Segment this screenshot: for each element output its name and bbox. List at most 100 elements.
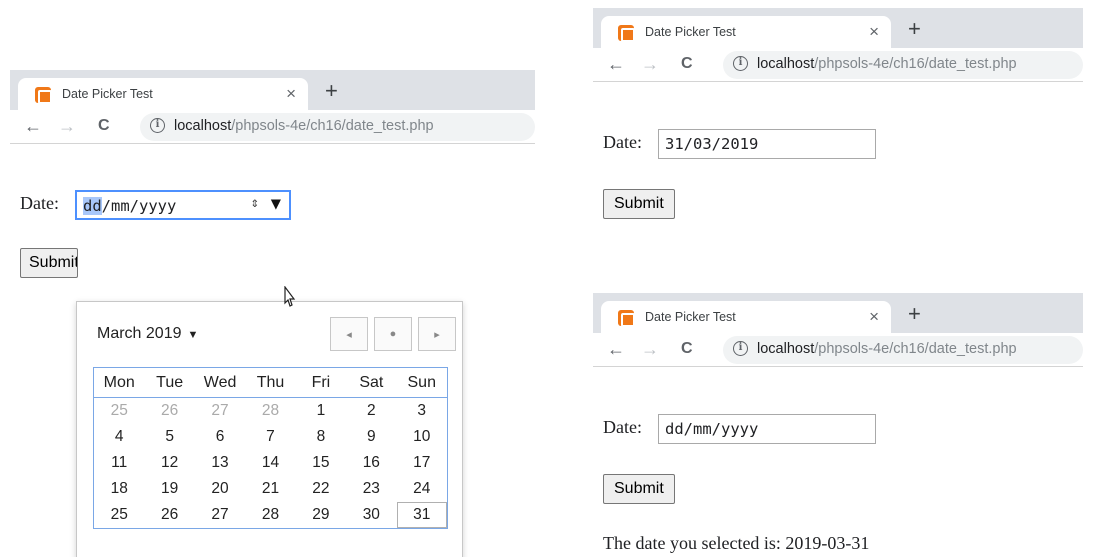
reload-icon[interactable]: C xyxy=(98,117,110,135)
calendar-day[interactable]: 5 xyxy=(144,424,194,450)
close-tab-icon[interactable]: × xyxy=(869,22,879,42)
site-info-icon[interactable]: i xyxy=(150,118,165,133)
calendar-day[interactable]: 25 xyxy=(94,398,144,424)
back-arrow-icon[interactable]: ← xyxy=(607,339,625,360)
submit-button[interactable]: Submit xyxy=(20,248,78,278)
today-button[interactable]: ● xyxy=(374,317,412,351)
page-content: Date: 31/03/2019 Submit xyxy=(593,83,1083,223)
spinner-icon[interactable]: ⇕ xyxy=(251,195,259,211)
calendar-day[interactable]: 12 xyxy=(144,450,194,476)
calendar-day[interactable]: 2 xyxy=(346,398,396,424)
calendar-day[interactable]: 27 xyxy=(195,398,245,424)
site-info-icon[interactable]: i xyxy=(733,341,748,356)
result-message: The date you selected is: 2019-03-31 xyxy=(603,533,870,553)
date-placeholder[interactable]: dd/mm/yyyy xyxy=(665,420,758,438)
calendar-day[interactable]: 23 xyxy=(346,476,396,502)
site-info-icon[interactable]: i xyxy=(733,56,748,71)
calendar-day-today[interactable]: 31 xyxy=(396,502,447,528)
caret-down-icon: ▼ xyxy=(187,329,199,341)
calendar-day[interactable]: 9 xyxy=(346,424,396,450)
new-tab-icon[interactable]: + xyxy=(325,78,338,104)
calendar-day[interactable]: 18 xyxy=(94,476,144,502)
new-tab-icon[interactable]: + xyxy=(908,16,921,42)
calendar-day[interactable]: 1 xyxy=(296,398,346,424)
address-bar[interactable]: i localhost/phpsols-4e/ch16/date_test.ph… xyxy=(140,113,535,141)
date-value[interactable]: 31/03/2019 xyxy=(665,135,758,153)
weekday-header-cell: Sun xyxy=(407,374,436,391)
calendar-day[interactable]: 28 xyxy=(245,502,295,528)
back-arrow-icon[interactable]: ← xyxy=(607,54,625,75)
navigation-bar: ← → C i localhost/phpsols-4e/ch16/date_t… xyxy=(593,333,1083,367)
page-content: Date: dd/mm/yyyy Submit The date you sel… xyxy=(593,368,1083,553)
calendar-day[interactable]: 17 xyxy=(397,450,447,476)
date-input[interactable]: 31/03/2019 xyxy=(658,129,876,159)
xampp-favicon-icon xyxy=(35,87,52,104)
calendar-day[interactable]: 19 xyxy=(144,476,194,502)
back-arrow-icon[interactable]: ← xyxy=(24,116,42,137)
calendar-grid: Mon Tue Wed Thu Fri Sat Sun 25 26 27 28 … xyxy=(93,367,448,529)
calendar-day[interactable]: 20 xyxy=(195,476,245,502)
tab-date-picker-test[interactable]: Date Picker Test × xyxy=(18,78,308,110)
month-year-segments[interactable]: /mm/yyyy xyxy=(102,197,177,215)
url-host: localhost xyxy=(757,341,815,357)
calendar-day[interactable]: 26 xyxy=(144,502,194,528)
tab-date-picker-test[interactable]: Date Picker Test × xyxy=(601,16,891,48)
url-path: /phpsols-4e/ch16/date_test.php xyxy=(814,341,1017,357)
calendar-day[interactable]: 14 xyxy=(245,450,295,476)
address-bar[interactable]: i localhost/phpsols-4e/ch16/date_test.ph… xyxy=(723,51,1083,79)
submit-button[interactable]: Submit xyxy=(603,189,675,219)
address-bar[interactable]: i localhost/phpsols-4e/ch16/date_test.ph… xyxy=(723,336,1083,364)
calendar-day[interactable]: 11 xyxy=(94,450,144,476)
calendar-day[interactable]: 16 xyxy=(346,450,396,476)
month-label: March 2019 xyxy=(97,325,182,342)
calendar-day[interactable]: 29 xyxy=(296,502,346,528)
day-segment[interactable]: dd xyxy=(83,197,102,215)
calendar-day[interactable]: 15 xyxy=(296,450,346,476)
forward-arrow-icon[interactable]: → xyxy=(641,339,659,360)
calendar-day[interactable]: 21 xyxy=(245,476,295,502)
forward-arrow-icon[interactable]: → xyxy=(58,116,76,137)
prev-month-button[interactable]: ◂ xyxy=(330,317,368,351)
submit-button[interactable]: Submit xyxy=(603,474,675,504)
next-month-button[interactable]: ▸ xyxy=(418,317,456,351)
new-tab-icon[interactable]: + xyxy=(908,301,921,327)
calendar-day[interactable]: 25 xyxy=(94,502,144,528)
date-input[interactable]: dd/mm/yyyy ⇕ ▼ xyxy=(75,190,291,220)
reload-icon[interactable]: C xyxy=(681,55,693,73)
forward-arrow-icon[interactable]: → xyxy=(641,54,659,75)
calendar-day[interactable]: 24 xyxy=(397,476,447,502)
tab-strip: Date Picker Test × + xyxy=(10,70,535,110)
calendar-day[interactable]: 13 xyxy=(195,450,245,476)
reload-icon[interactable]: C xyxy=(681,340,693,358)
tab-strip: Date Picker Test × + xyxy=(593,293,1083,333)
calendar-day[interactable]: 26 xyxy=(144,398,194,424)
chevron-right-icon: ▸ xyxy=(434,328,440,341)
calendar-day[interactable]: 6 xyxy=(195,424,245,450)
calendar-day[interactable]: 22 xyxy=(296,476,346,502)
page-content: Date: dd/mm/yyyy ⇕ ▼ Submit March 2019 ▼ … xyxy=(10,145,535,557)
calendar-day[interactable]: 10 xyxy=(397,424,447,450)
date-input[interactable]: dd/mm/yyyy xyxy=(658,414,876,444)
calendar-day[interactable]: 3 xyxy=(397,398,447,424)
browser-window-left: Date Picker Test × + ← → C i localhost/p… xyxy=(10,70,535,557)
calendar-day[interactable]: 27 xyxy=(195,502,245,528)
dropdown-arrow-icon[interactable]: ▼ xyxy=(271,194,281,214)
calendar-day[interactable]: 28 xyxy=(245,398,295,424)
month-selector[interactable]: March 2019 ▼ xyxy=(97,325,198,343)
navigation-bar: ← → C i localhost/phpsols-4e/ch16/date_t… xyxy=(10,110,535,144)
date-label: Date: xyxy=(603,417,642,437)
url-path: /phpsols-4e/ch16/date_test.php xyxy=(231,118,434,134)
close-tab-icon[interactable]: × xyxy=(869,307,879,327)
calendar-day[interactable]: 30 xyxy=(346,502,396,528)
tab-title: Date Picker Test xyxy=(645,310,736,324)
calendar-day[interactable]: 7 xyxy=(245,424,295,450)
weekday-header-cell: Mon xyxy=(103,374,135,391)
tab-title: Date Picker Test xyxy=(62,87,153,101)
date-label: Date: xyxy=(20,193,59,213)
calendar-day[interactable]: 8 xyxy=(296,424,346,450)
close-tab-icon[interactable]: × xyxy=(286,84,296,104)
calendar-day[interactable]: 4 xyxy=(94,424,144,450)
xampp-favicon-icon xyxy=(618,25,635,42)
browser-window-top-right: Date Picker Test × + ← → C i localhost/p… xyxy=(593,8,1083,223)
tab-date-picker-test[interactable]: Date Picker Test × xyxy=(601,301,891,333)
